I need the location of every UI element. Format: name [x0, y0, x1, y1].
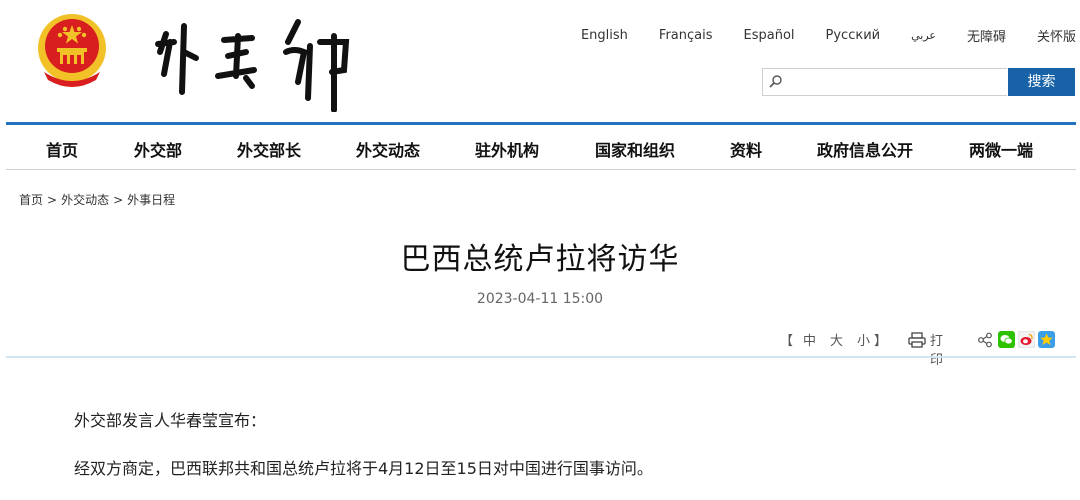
breadcrumb-separator: > [113, 193, 124, 207]
main-nav: 首页 外交部 外交部长 外交动态 驻外机构 国家和组织 资料 政府信息公开 两微… [6, 125, 1076, 169]
printer-icon[interactable] [908, 332, 926, 348]
nav-item-missions-abroad[interactable]: 驻外机构 [475, 137, 539, 161]
search-button[interactable]: 搜索 [1008, 68, 1075, 96]
nav-item-media-platforms[interactable]: 两微一端 [969, 137, 1033, 161]
breadcrumb-diplomatic-news[interactable]: 外交动态 [61, 193, 109, 207]
breadcrumb-separator: > [47, 193, 58, 207]
search-box: 搜索 [762, 68, 1075, 96]
breadcrumb-schedule[interactable]: 外事日程 [127, 193, 175, 207]
font-size-large-button[interactable]: 大 [830, 330, 843, 349]
nav-item-resources[interactable]: 资料 [730, 137, 762, 161]
font-size-bracket-open: 【 [780, 334, 794, 349]
nav-item-minister[interactable]: 外交部长 [237, 137, 301, 161]
lang-spanish-link[interactable]: Español [744, 28, 795, 43]
font-size-small-button[interactable]: 小 [857, 330, 870, 349]
site-name-calligraphy [155, 19, 350, 112]
weibo-icon[interactable] [1018, 331, 1035, 348]
wechat-icon[interactable] [998, 331, 1015, 348]
article-title: 巴西总统卢拉将访华 [400, 242, 680, 277]
font-size-medium-button[interactable]: 中 [803, 330, 816, 349]
search-icon [769, 75, 782, 88]
article-paragraph: 经双方商定，巴西联邦共和国总统卢拉将于4月12日至15日对中国进行国事访问。 [74, 459, 653, 478]
content-divider [6, 356, 1076, 358]
accessibility-link[interactable]: 无障碍 [967, 26, 1006, 45]
qzone-icon[interactable] [1038, 331, 1055, 348]
font-size-bracket-close: 】 [874, 334, 888, 349]
care-mode-link[interactable]: 关怀版 [1037, 26, 1076, 45]
nav-bottom-border [6, 169, 1076, 170]
lang-russian-link[interactable]: Русский [826, 28, 881, 43]
article-date: 2023-04-11 15:00 [476, 291, 604, 307]
print-link[interactable]: 打印 [930, 330, 943, 368]
nav-item-gov-info[interactable]: 政府信息公开 [817, 137, 913, 161]
article-paragraph: 外交部发言人华春莹宣布： [74, 411, 267, 430]
breadcrumb: 首页 > 外交动态 > 外事日程 [19, 191, 175, 208]
share-icon[interactable] [977, 332, 993, 348]
nav-item-diplomatic-news[interactable]: 外交动态 [356, 137, 420, 161]
lang-french-link[interactable]: Français [659, 28, 713, 43]
lang-arabic-link[interactable]: عربي [911, 29, 936, 42]
breadcrumb-home[interactable]: 首页 [19, 193, 43, 207]
lang-english-link[interactable]: English [581, 28, 628, 43]
nav-item-home[interactable]: 首页 [46, 137, 78, 161]
language-bar: English Français Español Русский عربي 无障… [550, 26, 1076, 45]
nav-item-countries-orgs[interactable]: 国家和组织 [595, 137, 675, 161]
search-input[interactable] [762, 68, 1007, 96]
national-emblem-logo[interactable] [30, 10, 114, 90]
nav-item-ministry[interactable]: 外交部 [134, 137, 182, 161]
